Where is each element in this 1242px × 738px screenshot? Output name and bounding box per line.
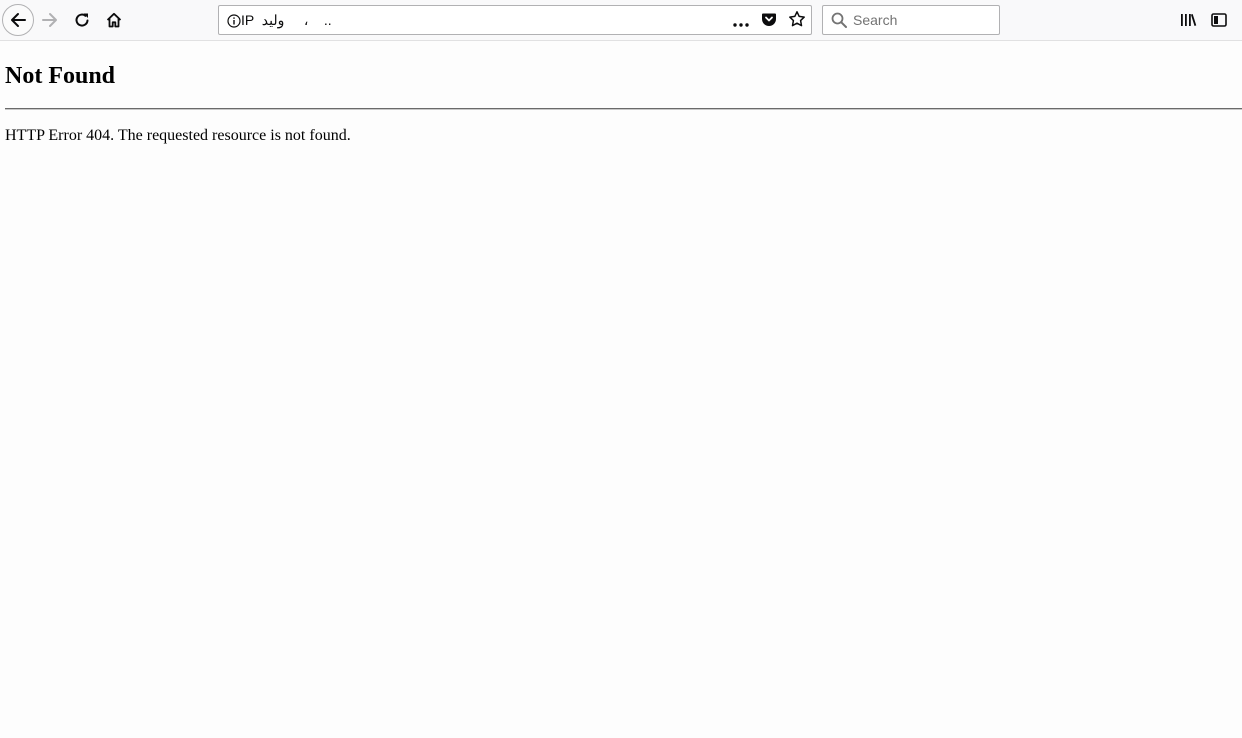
home-button[interactable]	[99, 5, 129, 35]
search-input[interactable]	[853, 9, 993, 31]
pocket-button[interactable]	[759, 11, 779, 31]
url-text[interactable]: IP وليد ، ..	[241, 8, 332, 32]
forward-icon	[41, 11, 59, 29]
search-bar[interactable]	[822, 5, 1000, 35]
home-icon	[106, 12, 122, 28]
sidebar-icon	[1211, 12, 1227, 28]
page-content: Not Found HTTP Error 404. The requested …	[0, 41, 1242, 738]
search-icon	[831, 12, 847, 32]
back-button[interactable]	[2, 4, 34, 36]
sidebar-button[interactable]	[1204, 5, 1234, 35]
star-icon	[788, 10, 806, 32]
browser-toolbar: IP وليد ، ..	[0, 0, 1242, 41]
library-button[interactable]	[1173, 5, 1203, 35]
back-icon	[9, 11, 27, 29]
error-message: HTTP Error 404. The requested resource i…	[5, 127, 351, 144]
url-bar[interactable]: IP وليد ، ..	[218, 5, 812, 35]
library-icon	[1179, 12, 1197, 28]
more-icon	[733, 12, 749, 31]
divider	[5, 108, 1242, 110]
bookmark-star-button[interactable]	[787, 11, 807, 31]
page-title: Not Found	[5, 63, 116, 89]
reload-icon	[74, 12, 90, 28]
reload-button[interactable]	[67, 5, 97, 35]
info-icon[interactable]	[227, 13, 241, 32]
forward-button[interactable]	[35, 5, 65, 35]
page-actions-button[interactable]	[731, 11, 751, 31]
pocket-icon	[761, 11, 777, 31]
